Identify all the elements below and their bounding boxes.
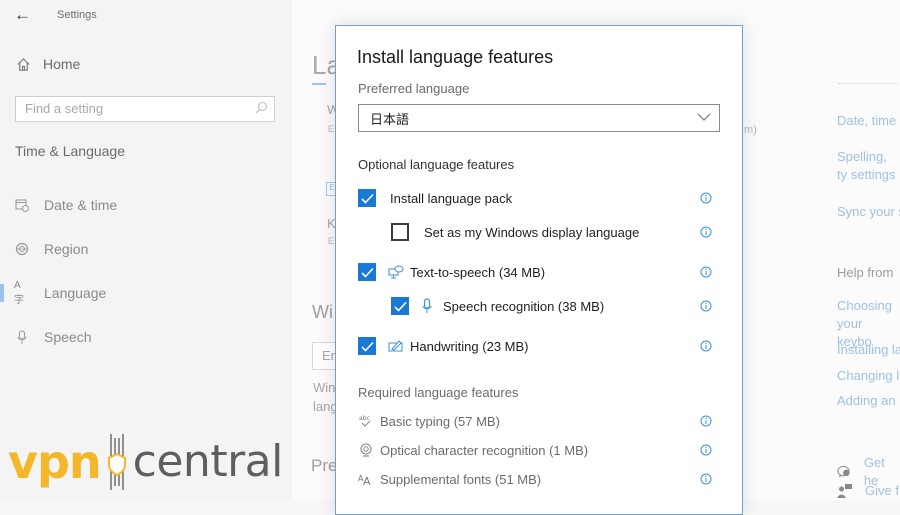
help-link-changing[interactable]: Changing l (837, 367, 899, 385)
set-display-language-checkbox[interactable] (391, 223, 409, 241)
give-feedback-link[interactable]: Give f (837, 482, 899, 500)
text-to-speech-checkbox[interactable] (358, 263, 376, 281)
info-icon[interactable] (700, 473, 712, 485)
dropdown-peek-text: Er (322, 348, 335, 363)
peek-line: lang (313, 399, 338, 414)
option-label: Set as my Windows display language (424, 224, 640, 240)
globe-icon (14, 241, 30, 257)
text-to-speech-icon (388, 264, 404, 280)
microphone-icon (14, 329, 30, 345)
optional-features-heading: Optional language features (358, 157, 515, 172)
info-icon[interactable] (700, 300, 712, 312)
required-label: Supplemental fonts (51 MB) (380, 471, 542, 487)
sidebar-item-label: Speech (44, 329, 92, 345)
preferred-language-select[interactable]: 日本語 (358, 104, 720, 132)
help-link-installing[interactable]: Installing la (837, 341, 900, 359)
info-icon[interactable] (700, 415, 712, 427)
watermark-central: central (132, 436, 284, 487)
sidebar-item-region[interactable]: Region (0, 231, 292, 267)
info-icon[interactable] (700, 192, 712, 204)
info-icon[interactable] (700, 340, 712, 352)
section-heading-peek: Pre (311, 456, 338, 475)
language-icon: A字 (14, 280, 24, 306)
basic-typing-icon: abc (358, 413, 374, 429)
speech-recognition-checkbox[interactable] (391, 297, 409, 315)
get-help-icon (837, 465, 850, 478)
option-install-language-pack: Install language pack (336, 186, 742, 210)
fonts-icon: AA (358, 471, 374, 487)
option-handwriting: Handwriting (23 MB) (336, 334, 742, 358)
back-arrow-icon[interactable]: ← (14, 6, 34, 26)
info-icon[interactable] (700, 444, 712, 456)
chevron-down-icon (697, 113, 711, 121)
option-label: Text-to-speech (34 MB) (410, 264, 546, 280)
handwriting-icon (388, 338, 404, 354)
required-label: Basic typing (57 MB) (380, 413, 500, 429)
sidebar-item-language[interactable]: A字 Language (0, 275, 292, 311)
home-label: Home (43, 56, 81, 72)
sidebar-item-label: Date & time (44, 197, 118, 213)
peek-line: Win (313, 380, 336, 395)
microphone-icon (419, 298, 435, 314)
install-language-features-dialog: Install language features Preferred lang… (335, 25, 743, 515)
required-supplemental-fonts: AA Supplemental fonts (51 MB) (336, 469, 742, 489)
related-link-spelling[interactable]: Spelling, ty settings (837, 148, 900, 184)
search-input[interactable] (16, 97, 250, 119)
info-icon[interactable] (700, 226, 712, 238)
watermark-vpn: vpn (8, 435, 102, 489)
required-ocr: Optical character recognition (1 MB) (336, 440, 742, 460)
sidebar-item-speech[interactable]: Speech (0, 319, 292, 355)
section-title: Time & Language (15, 143, 125, 159)
related-link-date-time[interactable]: Date, time (837, 112, 896, 130)
install-language-pack-checkbox[interactable] (358, 189, 376, 207)
feedback-icon (837, 484, 852, 498)
give-feedback-label: Give f (865, 483, 899, 498)
sidebar-item-date-time[interactable]: Date & time (0, 187, 292, 223)
required-label: Optical character recognition (1 MB) (380, 442, 589, 458)
calendar-clock-icon (14, 197, 30, 213)
option-label: Handwriting (23 MB) (410, 338, 529, 354)
ocr-icon (358, 442, 374, 458)
sidebar-item-label: Language (44, 285, 107, 301)
help-link-adding[interactable]: Adding an (837, 392, 896, 410)
option-label: Install language pack (390, 190, 513, 206)
sidebar-item-label: Region (44, 241, 89, 257)
info-icon[interactable] (700, 266, 712, 278)
required-features-heading: Required language features (358, 385, 519, 400)
related-link-sync[interactable]: Sync your s (837, 203, 900, 221)
option-label: Speech recognition (38 MB) (443, 298, 605, 314)
required-basic-typing: abc Basic typing (57 MB) (336, 411, 742, 431)
handwriting-checkbox[interactable] (358, 337, 376, 355)
app-title: Settings (57, 9, 97, 21)
title-underline (312, 83, 326, 85)
svg-text:abc: abc (359, 415, 370, 422)
search-box[interactable] (15, 96, 275, 122)
svg-text:A: A (363, 475, 371, 486)
preferred-language-label: Preferred language (358, 81, 470, 96)
peek-line-sub: E (328, 236, 335, 246)
option-text-to-speech: Text-to-speech (34 MB) (336, 260, 742, 284)
option-set-display-language: Set as my Windows display language (336, 220, 742, 244)
sidebar-home[interactable]: Home (16, 56, 80, 72)
related-heading-peek (838, 83, 898, 86)
vpncentral-watermark: vpn central (8, 432, 283, 492)
peek-tail-text: m) (744, 124, 757, 136)
help-heading: Help from (837, 265, 894, 280)
preferred-language-value: 日本語 (370, 111, 410, 127)
section-heading-peek: Wi (312, 302, 333, 322)
shield-logo-icon (107, 434, 126, 490)
option-speech-recognition: Speech recognition (38 MB) (336, 294, 742, 318)
peek-line-sub: E (328, 124, 335, 134)
home-icon (17, 57, 30, 71)
dialog-title: Install language features (357, 47, 554, 67)
search-icon[interactable] (254, 101, 268, 115)
